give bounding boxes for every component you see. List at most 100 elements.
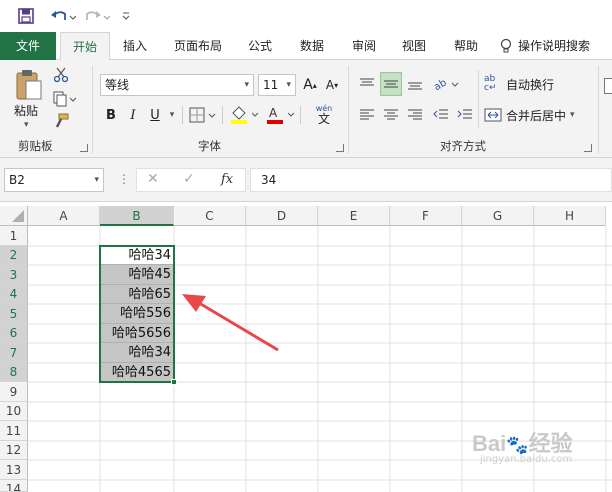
copy-icon[interactable] bbox=[52, 90, 78, 108]
tab-formulas[interactable]: 公式 bbox=[238, 32, 282, 60]
align-right-button[interactable] bbox=[404, 104, 426, 126]
row-header-1[interactable]: 1 bbox=[0, 226, 28, 246]
chevron-down-icon: ▾ bbox=[570, 110, 575, 120]
enter-icon[interactable]: ✓ bbox=[183, 171, 195, 187]
underline-dropdown-icon[interactable]: ▾ bbox=[166, 104, 178, 126]
row-header-5[interactable]: 5 bbox=[0, 304, 28, 324]
watermark-url: jingyan.baidu.com bbox=[480, 454, 573, 465]
font-name-value: 等线 bbox=[105, 78, 130, 92]
number-format-select[interactable] bbox=[604, 78, 612, 94]
column-header-f[interactable]: F bbox=[390, 206, 462, 226]
merge-center-label: 合并后居中 bbox=[506, 108, 567, 123]
italic-button[interactable]: I bbox=[124, 104, 142, 126]
formula-bar: B2 ▾ ⋮ ✕ ✓ fx 34 bbox=[0, 158, 612, 202]
cell-b6[interactable]: 哈哈5656 bbox=[100, 324, 174, 343]
more-options-icon[interactable]: ⋮ bbox=[118, 172, 130, 186]
phonetic-guide-button[interactable]: wén 文 bbox=[306, 100, 342, 128]
alignment-launcher-icon[interactable] bbox=[584, 144, 592, 152]
wrap-text-button[interactable]: ab c↵ 自动换行 bbox=[484, 72, 594, 96]
fill-color-button[interactable] bbox=[228, 104, 262, 126]
tab-help[interactable]: 帮助 bbox=[444, 32, 488, 60]
column-header-a[interactable]: A bbox=[28, 206, 100, 226]
customize-qat-icon[interactable] bbox=[118, 6, 134, 26]
row-header-2[interactable]: 2 bbox=[0, 246, 28, 265]
paste-dropdown-icon[interactable]: ▾ bbox=[24, 120, 29, 130]
tab-view[interactable]: 视图 bbox=[392, 32, 436, 60]
name-box-value: B2 bbox=[9, 173, 25, 187]
decrease-indent-button[interactable] bbox=[430, 104, 452, 126]
increase-font-size-button[interactable]: A ▴ bbox=[300, 74, 320, 96]
decrease-font-size-button[interactable]: A ▾ bbox=[322, 74, 342, 96]
row-header-3[interactable]: 3 bbox=[0, 265, 28, 285]
formula-input[interactable]: 34 bbox=[250, 168, 612, 192]
lightbulb-icon bbox=[500, 38, 512, 53]
row-header-12[interactable]: 12 bbox=[0, 441, 28, 460]
chevron-down-icon: ▾ bbox=[244, 80, 249, 90]
name-box[interactable]: B2 ▾ bbox=[4, 168, 104, 192]
cell-b7[interactable]: 哈哈34 bbox=[100, 343, 174, 363]
row-header-7[interactable]: 7 bbox=[0, 343, 28, 363]
redo-icon[interactable] bbox=[82, 6, 112, 26]
format-painter-icon[interactable] bbox=[52, 112, 70, 130]
cell-b8[interactable]: 哈哈4565 bbox=[100, 363, 174, 382]
row-header-4[interactable]: 4 bbox=[0, 285, 28, 304]
paste-label[interactable]: 粘贴 bbox=[14, 102, 38, 119]
cell-b3[interactable]: 哈哈45 bbox=[100, 265, 174, 285]
row-header-14[interactable]: 14 bbox=[0, 480, 28, 492]
row-header-13[interactable]: 13 bbox=[0, 460, 28, 480]
tell-me-search[interactable]: 操作说明搜索 bbox=[500, 32, 612, 60]
bottom-align-button[interactable] bbox=[404, 72, 426, 96]
cut-icon[interactable] bbox=[52, 66, 70, 84]
divider bbox=[598, 66, 599, 154]
align-left-button[interactable] bbox=[356, 104, 378, 126]
column-header-c[interactable]: C bbox=[174, 206, 246, 226]
tab-data[interactable]: 数据 bbox=[290, 32, 334, 60]
select-all-corner[interactable] bbox=[0, 206, 28, 226]
underline-button[interactable]: U bbox=[146, 104, 164, 126]
tab-page-layout[interactable]: 页面布局 bbox=[166, 32, 230, 60]
column-header-h[interactable]: H bbox=[534, 206, 606, 226]
font-color-button[interactable]: A bbox=[264, 104, 298, 126]
increase-indent-button[interactable] bbox=[454, 104, 476, 126]
orientation-button[interactable]: ab bbox=[430, 72, 464, 96]
row-header-6[interactable]: 6 bbox=[0, 324, 28, 343]
column-header-d[interactable]: D bbox=[246, 206, 318, 226]
fill-handle[interactable] bbox=[171, 379, 177, 385]
clipboard-launcher-icon[interactable] bbox=[80, 144, 88, 152]
column-header-g[interactable]: G bbox=[462, 206, 534, 226]
cell-b2[interactable]: 哈哈34 bbox=[100, 246, 174, 265]
bold-button[interactable]: B bbox=[102, 104, 120, 126]
formula-buttons: ✕ ✓ fx bbox=[136, 168, 246, 192]
column-header-e[interactable]: E bbox=[318, 206, 390, 226]
merge-center-button[interactable]: 合并后居中 ▾ bbox=[484, 104, 596, 126]
insert-function-icon[interactable]: fx bbox=[221, 172, 233, 187]
column-header-b[interactable]: B bbox=[100, 206, 174, 226]
paste-icon[interactable] bbox=[12, 68, 46, 102]
save-icon[interactable] bbox=[14, 6, 38, 26]
worksheet-grid[interactable]: A B C D E F G H 1 2 3 4 5 6 7 8 9 10 11 … bbox=[0, 202, 612, 492]
undo-icon[interactable] bbox=[48, 6, 78, 26]
chevron-down-icon: ▾ bbox=[94, 175, 99, 185]
row-header-9[interactable]: 9 bbox=[0, 382, 28, 402]
top-align-button[interactable] bbox=[356, 72, 378, 96]
cell-b5[interactable]: 哈哈556 bbox=[100, 304, 174, 324]
divider bbox=[222, 106, 223, 124]
row-header-11[interactable]: 11 bbox=[0, 421, 28, 441]
clipboard-group-label: 剪贴板 bbox=[18, 139, 53, 153]
cancel-icon[interactable]: ✕ bbox=[147, 171, 159, 187]
font-size-select[interactable]: 11 ▾ bbox=[258, 74, 296, 96]
tab-file[interactable]: 文件 bbox=[0, 32, 56, 60]
tab-insert[interactable]: 插入 bbox=[114, 32, 156, 60]
tab-home[interactable]: 开始 bbox=[60, 32, 110, 61]
cell-b4[interactable]: 哈哈65 bbox=[100, 285, 174, 304]
annotation-arrow bbox=[182, 294, 279, 352]
font-launcher-icon[interactable] bbox=[336, 144, 344, 152]
tab-review[interactable]: 审阅 bbox=[342, 32, 386, 60]
font-name-select[interactable]: 等线 ▾ bbox=[100, 74, 254, 96]
middle-align-button[interactable] bbox=[380, 72, 402, 96]
row-header-10[interactable]: 10 bbox=[0, 402, 28, 421]
alignment-group-label: 对齐方式 bbox=[440, 139, 486, 153]
borders-button[interactable] bbox=[188, 104, 218, 126]
row-header-8[interactable]: 8 bbox=[0, 363, 28, 382]
align-center-button[interactable] bbox=[380, 104, 402, 126]
